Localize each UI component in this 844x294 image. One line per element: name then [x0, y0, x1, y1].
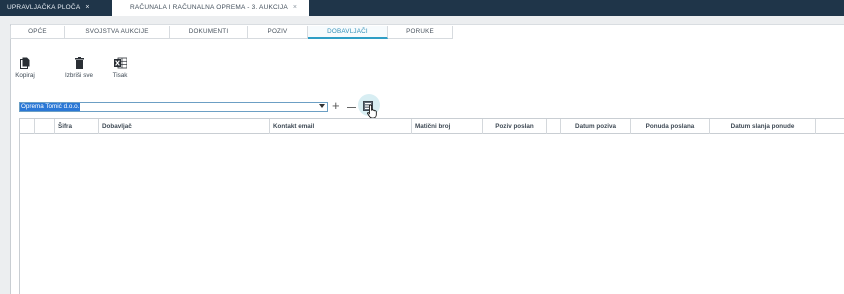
plus-icon[interactable]: +	[332, 99, 340, 112]
copy-label: Kopiraj	[15, 72, 35, 79]
tab-auction-label: RAČUNALA I RAČUNALNA OPREMA - 3. AUKCIJA	[130, 4, 288, 11]
grid-header-blank[interactable]	[35, 119, 55, 134]
grid-header-blank-2[interactable]	[547, 119, 561, 134]
suppliers-grid: Šifra Dobavljač Kontakt email Matični br…	[19, 118, 844, 294]
tab-messages[interactable]: PORUKE	[388, 26, 453, 39]
grid-header: Šifra Dobavljač Kontakt email Matični br…	[20, 119, 844, 134]
copy-icon	[20, 57, 30, 69]
tab-documents[interactable]: DOKUMENTI	[170, 26, 248, 39]
grid-header-supplier[interactable]: Dobavljač	[99, 119, 270, 134]
tab-dashboard[interactable]: UPRAVLJAČKA PLOČA ×	[0, 0, 112, 16]
trash-icon	[74, 57, 84, 69]
grid-header-blank-3[interactable]	[816, 119, 844, 134]
grid-header-select[interactable]	[20, 119, 35, 134]
excel-icon	[113, 57, 127, 69]
grid-header-code[interactable]: Šifra	[55, 119, 99, 134]
tab-auction-properties[interactable]: SVOJSTVA AUKCIJE	[65, 26, 170, 39]
tab-general[interactable]: OPĆE	[10, 26, 65, 39]
close-icon[interactable]: ×	[293, 4, 297, 11]
tab-dashboard-label: UPRAVLJAČKA PLOČA	[7, 4, 81, 11]
delete-all-button[interactable]: Izbriši sve	[61, 57, 97, 79]
print-button[interactable]: Tisak	[108, 57, 132, 79]
close-icon[interactable]: ×	[85, 4, 89, 11]
supplier-select-value: Oprema Tomić d.o.o.	[20, 103, 81, 111]
delete-all-label: Izbriši sve	[65, 72, 93, 79]
chevron-down-icon[interactable]	[319, 104, 325, 108]
tab-suppliers[interactable]: DOBAVLJAČI	[308, 26, 388, 39]
tab-auction[interactable]: RAČUNALA I RAČUNALNA OPREMA - 3. AUKCIJA…	[112, 0, 309, 16]
grid-header-invitation-sent[interactable]: Poziv poslan	[483, 119, 547, 134]
window-tab-bar: UPRAVLJAČKA PLOČA × RAČUNALA I RAČUNALNA …	[0, 0, 844, 16]
tab-invitation[interactable]: POZIV	[248, 26, 308, 39]
grid-header-registration-number[interactable]: Matični broj	[412, 119, 483, 134]
grid-header-invitation-date[interactable]: Datum poziva	[561, 119, 631, 134]
grid-header-offer-sent[interactable]: Ponuda poslana	[631, 119, 710, 134]
cursor-icon	[367, 104, 377, 119]
supplier-select[interactable]: Oprema Tomić d.o.o.	[19, 102, 328, 112]
print-label: Tisak	[112, 72, 128, 79]
grid-header-contact-email[interactable]: Kontakt email	[270, 119, 412, 134]
grid-header-offer-date[interactable]: Datum slanja ponude	[710, 119, 816, 134]
copy-button[interactable]: Kopiraj	[13, 57, 37, 79]
minus-icon[interactable]	[347, 107, 356, 108]
